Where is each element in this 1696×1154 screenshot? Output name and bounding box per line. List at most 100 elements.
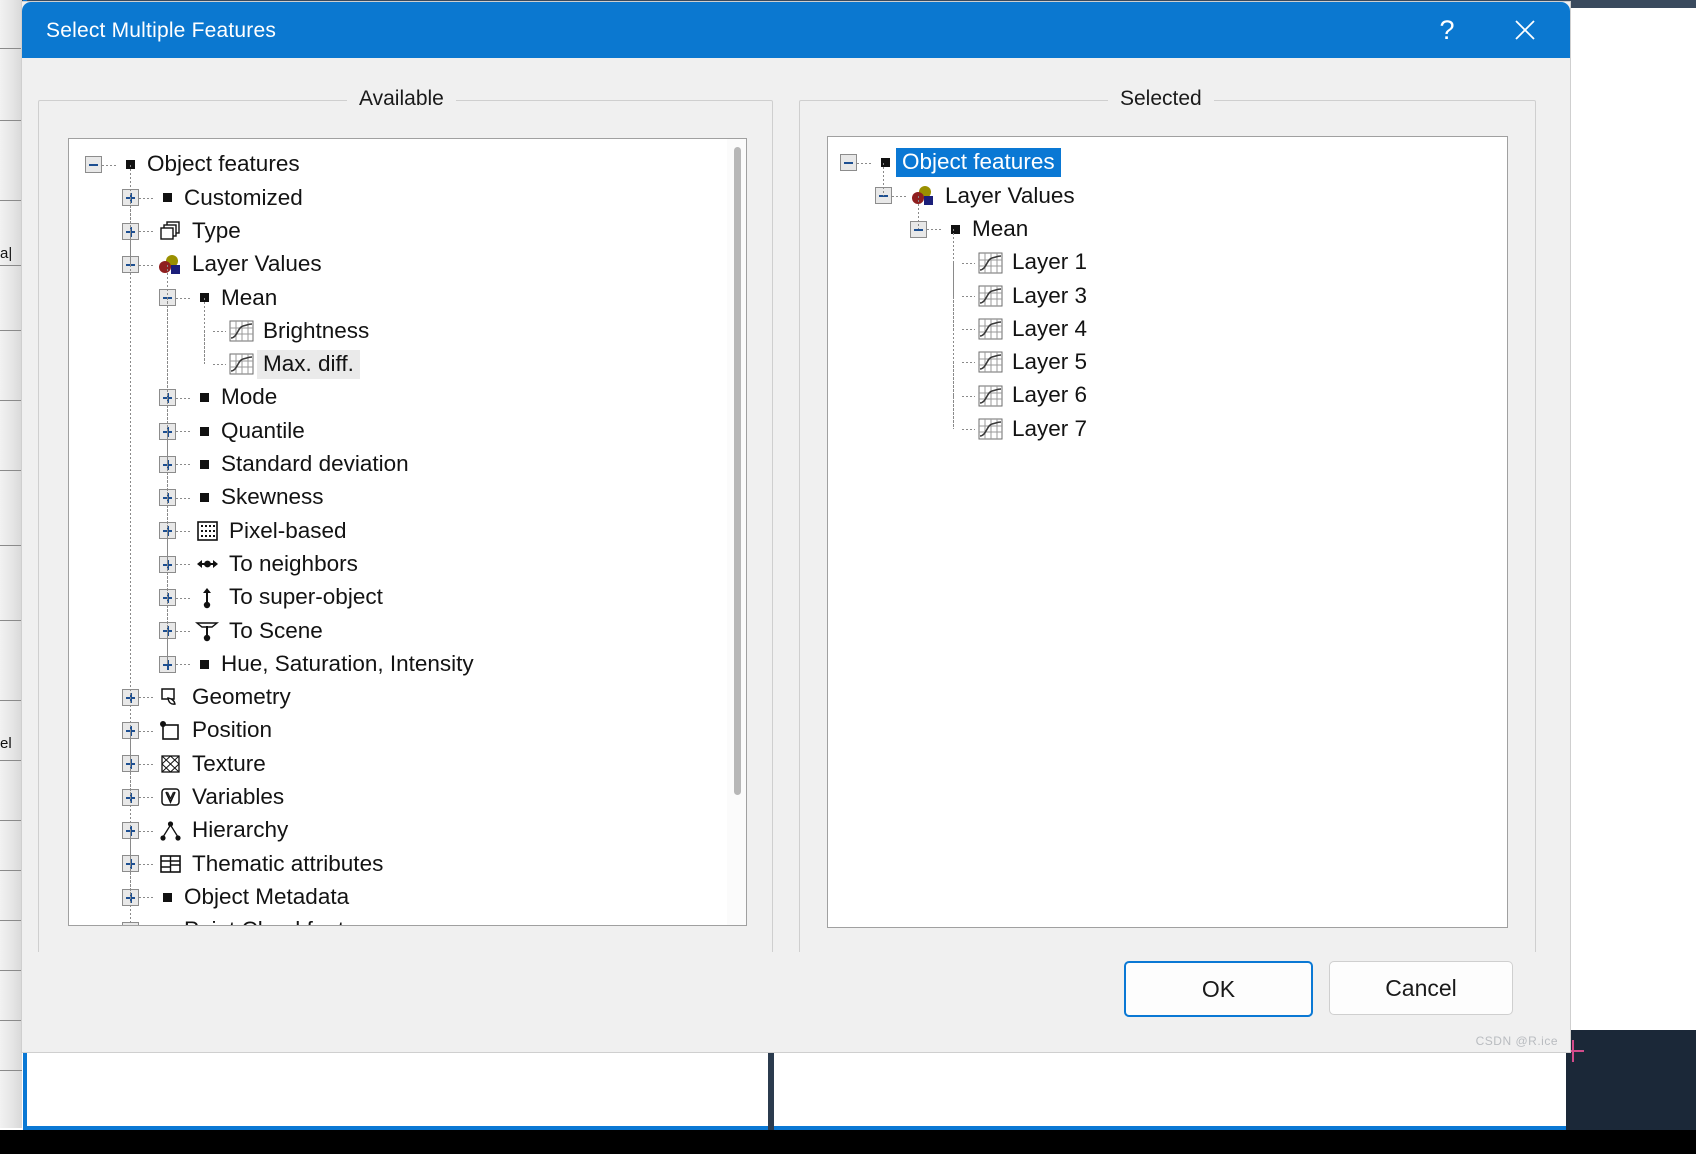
tree-connector: [139, 696, 155, 699]
tree-item-label: Layer 7: [1012, 415, 1088, 441]
tree-connector: [892, 194, 908, 197]
background-row-separator: [0, 330, 22, 331]
tree-connector: [176, 629, 192, 632]
tree-item-label: Max. diff.: [257, 349, 360, 380]
tree-connector: [139, 230, 155, 233]
background-left-label: a|: [0, 247, 13, 261]
tree-connector: [176, 663, 192, 666]
tree-connector: [962, 361, 975, 364]
available-feature-tree[interactable]: Object features Customized Type Layer Value…: [68, 138, 747, 926]
tree-item-label: Hierarchy: [192, 817, 289, 843]
watermark: CSDN @R.ice: [1475, 1034, 1558, 1048]
tree-connector: [857, 161, 873, 164]
tree-guide-line: [883, 162, 884, 196]
tree-item-label: Layer 4: [1012, 315, 1088, 341]
dialog-titlebar: Select Multiple Features ?: [22, 2, 1570, 58]
tree-connector: [962, 328, 975, 331]
background-row-separator: [0, 1020, 22, 1021]
tree-connector: [139, 862, 155, 865]
tree-item-label: Pixel-based: [229, 517, 347, 543]
tree-connector: [962, 428, 975, 431]
tree-item[interactable]: Mean: [828, 213, 1087, 246]
tree-connector: [176, 430, 192, 433]
tree-guide-line: [130, 164, 131, 925]
tree-connector: [139, 762, 155, 765]
tree-item[interactable]: Layer 5: [828, 346, 1087, 379]
tree-expander-minus-icon[interactable]: [85, 156, 102, 174]
cancel-button[interactable]: Cancel: [1329, 961, 1513, 1015]
background-row-separator: [0, 265, 22, 266]
tree-item-label: Type: [192, 217, 241, 243]
tree-connector: [213, 330, 226, 333]
tree-item[interactable]: Layer 7: [828, 412, 1087, 445]
selected-feature-tree[interactable]: Object features Layer Values Mean Layer 1 La…: [827, 136, 1508, 928]
tree-connector: [139, 263, 155, 266]
tree-item-label: Variables: [192, 784, 285, 810]
ok-button[interactable]: OK: [1124, 961, 1313, 1017]
background-row-separator: [0, 700, 22, 701]
tree-connector: [139, 829, 155, 832]
tree-connector: [962, 294, 975, 297]
tree-item[interactable]: Layer 6: [828, 379, 1087, 412]
tree-item-label: Layer 5: [1012, 349, 1088, 375]
tree-item-label: Customized: [184, 184, 303, 210]
available-tree-scrollbar-thumb[interactable]: [734, 147, 741, 795]
available-tree-scrollbar[interactable]: [727, 139, 746, 925]
tree-connector: [176, 529, 192, 532]
background-row-separator: [0, 1070, 22, 1071]
tree-item-label: Layer 6: [1012, 382, 1088, 408]
background-row-separator: [0, 470, 22, 471]
tree-connector: [176, 463, 192, 466]
tree-item-label: Mode: [221, 384, 278, 410]
tree-guide-line: [167, 264, 168, 665]
background-row-separator: [0, 920, 22, 921]
available-panel-label: Available: [347, 87, 456, 111]
tree-item-label: To neighbors: [229, 550, 358, 576]
tree-item-label: Mean: [221, 284, 278, 310]
background-row-separator: [0, 820, 22, 821]
background-row-separator: [0, 870, 22, 871]
tree-connector: [102, 163, 118, 166]
tree-item-label: To Scene: [229, 617, 323, 643]
tree-connector: [962, 394, 975, 397]
background-row-separator: [0, 200, 22, 201]
tree-item-label: Object features: [147, 151, 300, 177]
tree-item-label: Thematic attributes: [192, 850, 384, 876]
background-row-separator: [0, 120, 22, 121]
tree-item-label: Layer 1: [1012, 249, 1088, 275]
select-multiple-features-dialog: Select Multiple Features ? Available Obj…: [22, 2, 1570, 1052]
tree-connector: [139, 896, 155, 899]
tree-connector: [176, 296, 192, 299]
selected-panel-label: Selected: [1108, 87, 1214, 111]
close-icon[interactable]: [1494, 2, 1556, 58]
background-row-separator: [0, 545, 22, 546]
background-left-label-2: el: [0, 735, 12, 752]
tree-connector: [139, 729, 155, 732]
tree-item-label: Brightness: [263, 317, 370, 343]
tree-item[interactable]: Layer 4: [828, 312, 1087, 345]
dialog-body: Available Object features Customized Type L…: [22, 58, 1570, 1052]
tree-connector: [927, 228, 943, 231]
tree-expander-minus-icon[interactable]: [840, 154, 857, 172]
tree-item[interactable]: Layer 1: [828, 246, 1087, 279]
tree-connector: [139, 196, 155, 199]
tree-item-label: Hue, Saturation, Intensity: [221, 650, 474, 676]
tree-item-label: Layer Values: [945, 182, 1075, 208]
tree-item[interactable]: Layer Values: [828, 179, 1087, 212]
tree-item[interactable]: Layer 3: [828, 279, 1087, 312]
tree-connector: [176, 563, 192, 566]
help-icon[interactable]: ?: [1416, 2, 1478, 58]
tree-item[interactable]: Object features: [828, 146, 1087, 179]
tree-connector: [139, 796, 155, 799]
background-row-separator: [0, 970, 22, 971]
background-row-separator: [0, 400, 22, 401]
background-left-panel: [0, 0, 22, 1128]
background-bottom-strip: [0, 1130, 1696, 1154]
background-row-separator: [0, 48, 22, 49]
tree-item-label: Layer Values: [192, 251, 322, 277]
tree-item-label: Standard deviation: [221, 451, 409, 477]
tree-item-label: Mean: [972, 215, 1029, 241]
tree-item-label: Object features: [896, 147, 1061, 178]
tree-guide-line: [953, 229, 954, 430]
tree-connector: [176, 396, 192, 399]
